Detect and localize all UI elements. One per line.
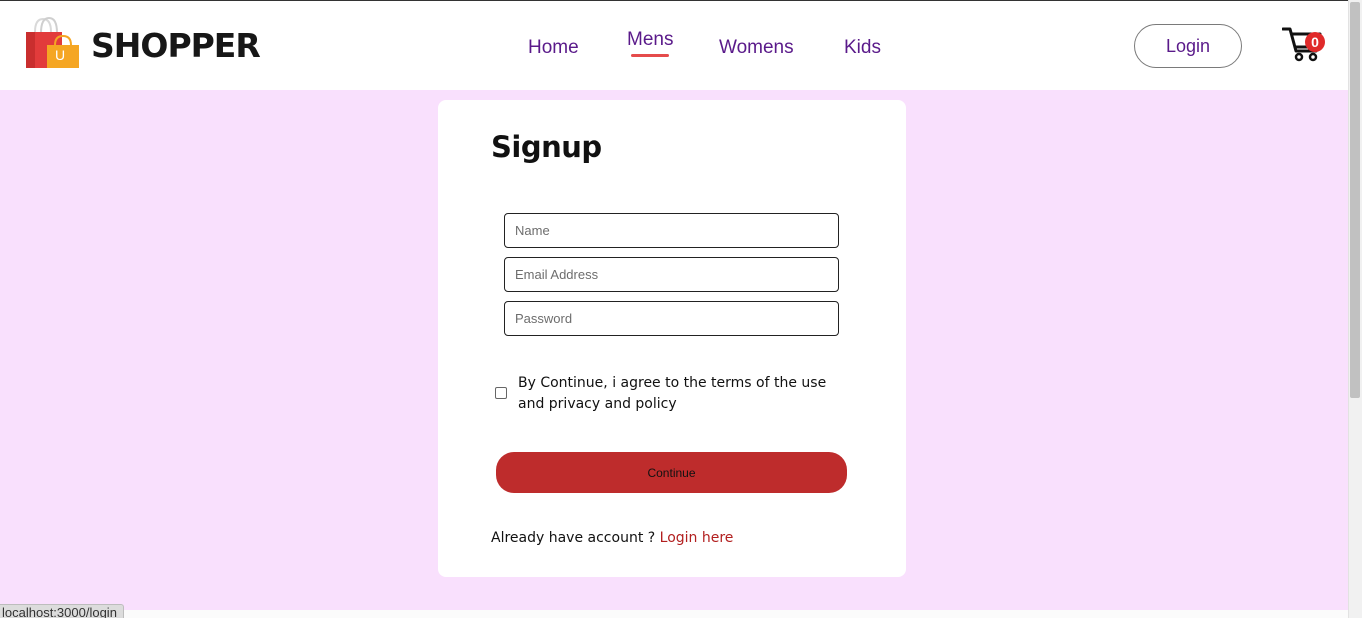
active-nav-underline: [631, 54, 669, 57]
terms-checkbox[interactable]: [495, 387, 507, 399]
status-bar-url: localhost:3000/login: [0, 604, 124, 618]
navbar: U SHOPPER Home Mens Womens Kids Login 0: [0, 1, 1348, 90]
logo-letter: U: [55, 47, 66, 63]
shopping-bags-icon: [26, 16, 79, 68]
login-here-link[interactable]: Login here: [660, 530, 734, 546]
nav-womens[interactable]: Womens: [719, 37, 794, 59]
nav-home[interactable]: Home: [528, 37, 579, 59]
signup-title: Signup: [491, 130, 602, 164]
page-footer-strip: [0, 610, 1348, 618]
continue-button[interactable]: Continue: [496, 452, 847, 493]
nav-mens[interactable]: Mens: [627, 29, 673, 51]
already-have-account: Already have account ? Login here: [491, 530, 733, 546]
scrollbar-thumb[interactable]: [1350, 2, 1360, 398]
name-input[interactable]: [504, 213, 839, 248]
email-input[interactable]: [504, 257, 839, 292]
brand-name[interactable]: SHOPPER: [91, 26, 261, 65]
logo[interactable]: U: [25, 15, 81, 71]
nav-kids[interactable]: Kids: [844, 37, 881, 59]
login-button[interactable]: Login: [1134, 24, 1242, 68]
already-text: Already have account ?: [491, 530, 656, 546]
signup-card: [438, 100, 906, 577]
cart-count-badge: 0: [1305, 32, 1325, 52]
terms-text: By Continue, i agree to the terms of the…: [518, 375, 827, 412]
password-input[interactable]: [504, 301, 839, 336]
